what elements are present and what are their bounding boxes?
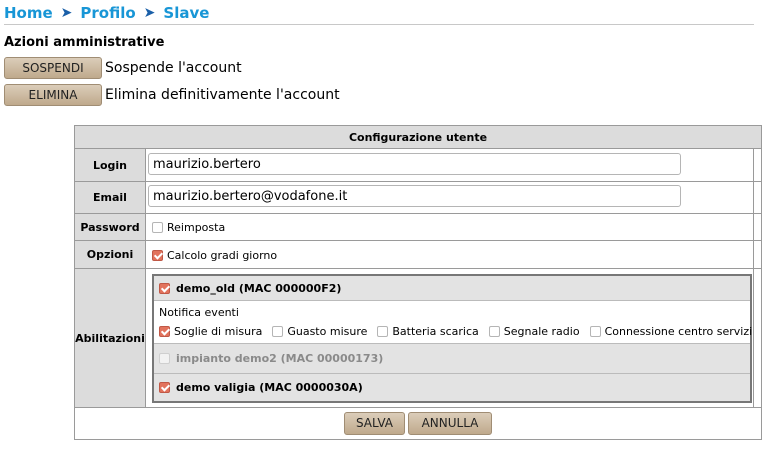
- notify-option-label: Segnale radio: [503, 325, 580, 338]
- notify-service-connection-checkbox[interactable]: [589, 326, 601, 337]
- degree-days-label: Calcolo gradi giorno: [167, 249, 278, 262]
- enablements-row: Abilitazioni demo_old (MAC 000000F2) Not…: [75, 269, 761, 408]
- notify-option-label: Batteria scarica: [392, 325, 479, 338]
- plant-item: demo valigia (MAC 0000030A): [154, 373, 750, 401]
- breadcrumb-arrow-icon: ➤: [143, 5, 156, 21]
- suspend-description: Sospende l'account: [105, 60, 242, 76]
- plant-name: impianto demo2 (MAC 00000173): [176, 352, 384, 365]
- password-reset-checkbox[interactable]: [152, 222, 163, 233]
- delete-row: ELIMINA Elimina definitivamente l'accoun…: [4, 84, 340, 106]
- plant-item: demo_old (MAC 000000F2): [154, 276, 750, 301]
- options-label: Opzioni: [75, 241, 146, 268]
- delete-button[interactable]: ELIMINA: [4, 84, 102, 106]
- notify-thresholds-checkbox[interactable]: [159, 326, 170, 337]
- plant-item: impianto demo2 (MAC 00000173): [154, 343, 750, 373]
- plant-demo2-checkbox: [159, 353, 170, 364]
- delete-description: Elimina definitivamente l'account: [105, 87, 340, 103]
- email-input[interactable]: [148, 185, 681, 207]
- login-input[interactable]: [148, 153, 681, 175]
- options-row: Opzioni Calcolo gradi giorno: [75, 241, 761, 269]
- login-label: Login: [75, 149, 146, 181]
- email-label: Email: [75, 182, 146, 213]
- email-row: Email: [75, 182, 761, 214]
- password-row: Password Reimposta: [75, 214, 761, 241]
- column-divider: [753, 269, 754, 407]
- column-divider: [753, 241, 754, 268]
- column-divider: [753, 182, 754, 213]
- notify-radio-signal-checkbox[interactable]: [488, 326, 500, 337]
- enablements-box: demo_old (MAC 000000F2) Notifica eventi …: [152, 274, 752, 403]
- notify-measure-fault-checkbox[interactable]: [272, 326, 284, 337]
- save-button[interactable]: SALVA: [344, 411, 405, 435]
- user-config-panel: Configurazione utente Login Email Passwo…: [74, 125, 762, 440]
- column-divider: [753, 149, 754, 181]
- notify-option-label: Guasto misure: [287, 325, 368, 338]
- plant-name: demo_old (MAC 000000F2): [176, 281, 342, 295]
- breadcrumb-slave-link[interactable]: Slave: [163, 4, 209, 22]
- password-reset-label: Reimposta: [167, 221, 226, 234]
- breadcrumb: Home ➤ Profilo ➤ Slave: [4, 2, 754, 24]
- plant-name: demo valigia (MAC 0000030A): [176, 381, 363, 394]
- breadcrumb-arrow-icon: ➤: [60, 5, 73, 21]
- plant-demo-old-checkbox[interactable]: [159, 282, 170, 294]
- breadcrumb-divider: [4, 24, 754, 25]
- breadcrumb-home-link[interactable]: Home: [4, 4, 53, 22]
- plant-demo-valigia-checkbox[interactable]: [159, 382, 170, 393]
- breadcrumb-profile-link[interactable]: Profilo: [80, 4, 135, 22]
- admin-actions-title: Azioni amministrative: [4, 35, 165, 50]
- notify-option-label: Soglie di misura: [174, 325, 263, 338]
- suspend-row: SOSPENDI Sospende l'account: [4, 57, 242, 79]
- notify-low-battery-checkbox[interactable]: [377, 326, 389, 337]
- degree-days-checkbox[interactable]: [152, 250, 163, 261]
- event-notifications: Notifica eventi Soglie di misura Guasto …: [154, 301, 753, 343]
- form-actions: SALVA ANNULLA: [75, 408, 761, 438]
- column-divider: [753, 214, 754, 240]
- enablements-label: Abilitazioni: [75, 269, 146, 407]
- user-config-title: Configurazione utente: [75, 126, 761, 149]
- cancel-button[interactable]: ANNULLA: [408, 411, 492, 435]
- login-row: Login: [75, 149, 761, 182]
- password-label: Password: [75, 214, 146, 240]
- notify-option-label: Connessione centro servizi: [604, 325, 753, 338]
- suspend-button[interactable]: SOSPENDI: [4, 57, 102, 79]
- notifications-title: Notifica eventi: [159, 306, 239, 319]
